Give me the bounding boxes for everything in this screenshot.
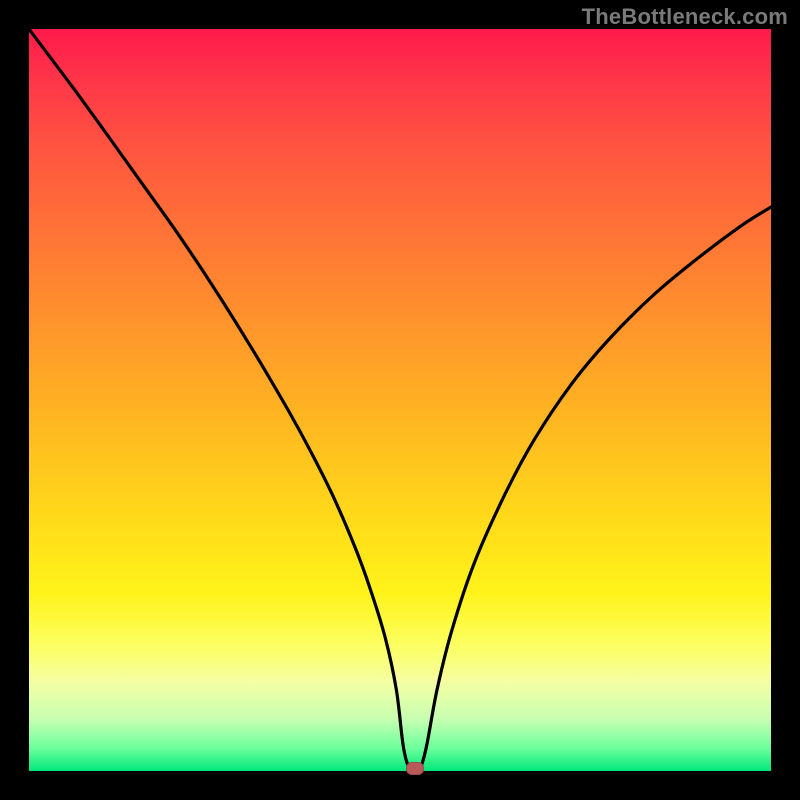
min-marker <box>406 762 424 775</box>
plot-area <box>29 29 771 771</box>
chart-frame: TheBottleneck.com <box>0 0 800 800</box>
watermark-text: TheBottleneck.com <box>582 4 788 30</box>
bottleneck-curve <box>29 29 771 771</box>
